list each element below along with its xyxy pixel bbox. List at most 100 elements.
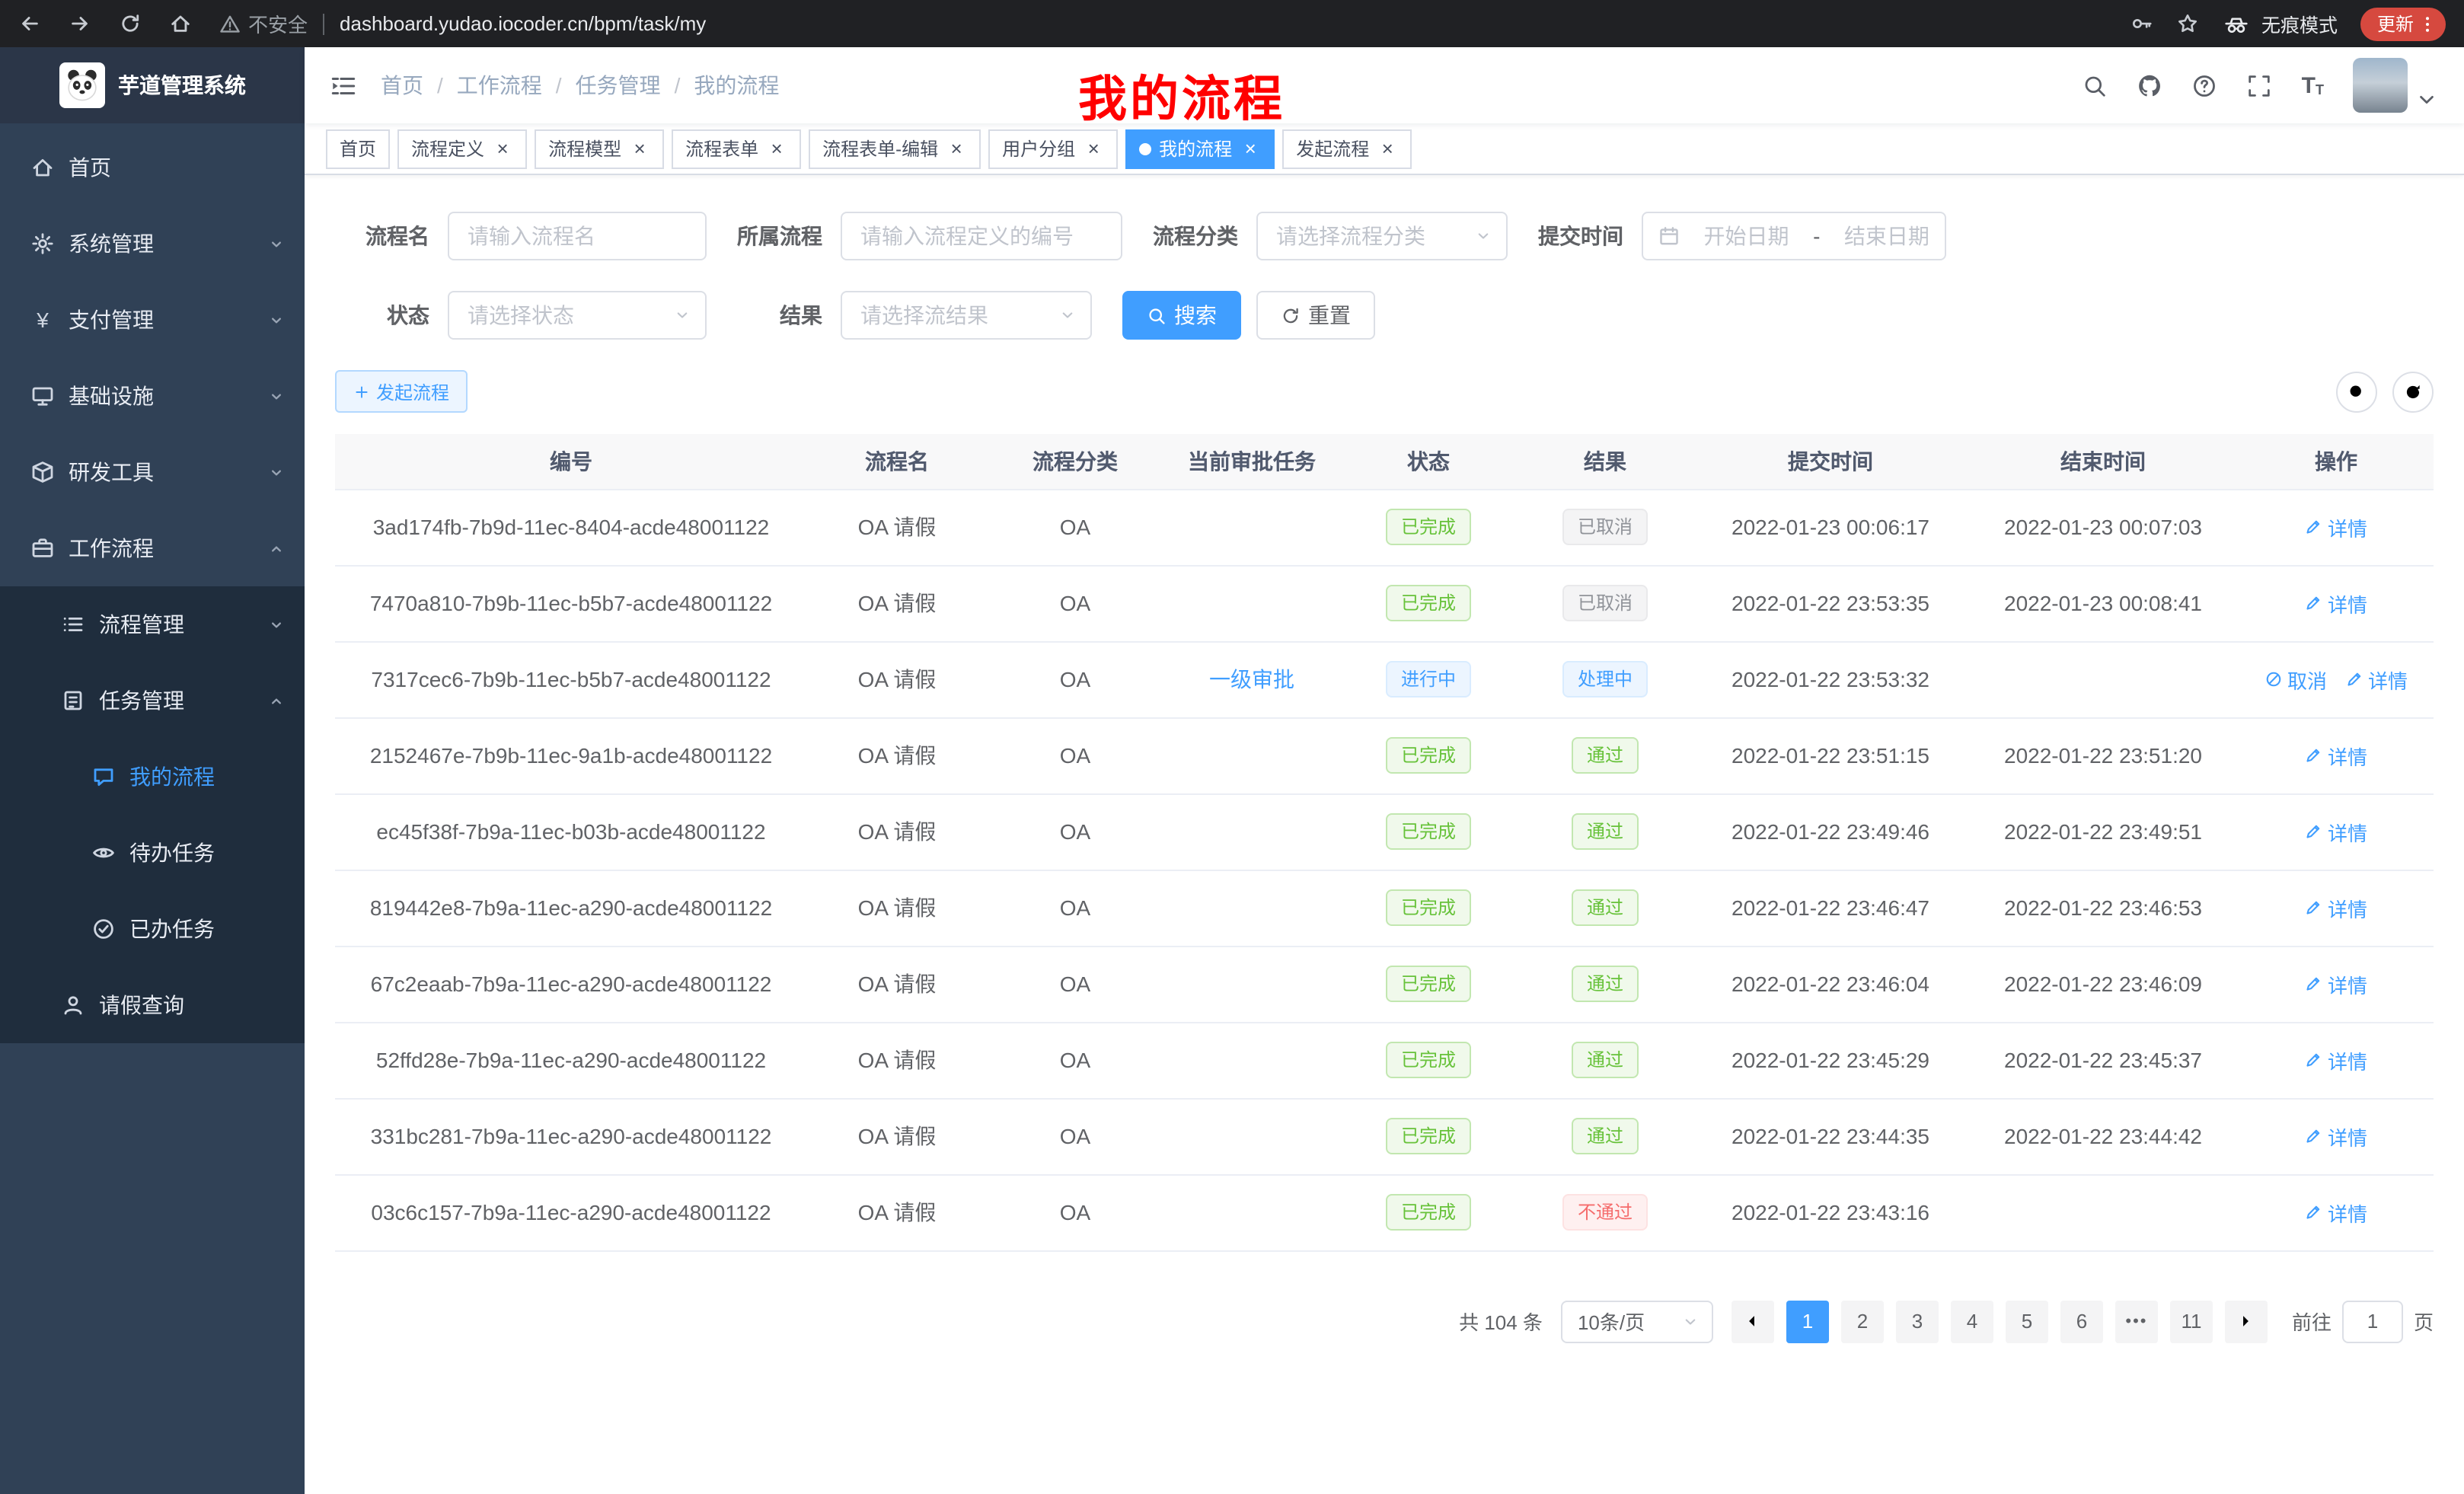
breadcrumb-separator: / (675, 73, 681, 97)
result-select[interactable]: 请选择流结果 (841, 291, 1092, 340)
tab-close-icon[interactable]: × (1377, 138, 1398, 159)
sidebar-item-workflow[interactable]: 工作流程 (0, 510, 305, 586)
tab-process-definition[interactable]: 流程定义× (397, 129, 527, 168)
page-button-11[interactable]: 11 (2170, 1300, 2213, 1342)
sidebar-item-todo-tasks[interactable]: 待办任务 (0, 815, 305, 891)
jump-page-input[interactable] (2342, 1300, 2403, 1342)
detail-button[interactable]: 详情 (2305, 1198, 2367, 1227)
page-size-select[interactable]: 10条/页 (1561, 1300, 1713, 1342)
font-size-icon[interactable]: TT (2302, 74, 2324, 97)
tab-home[interactable]: 首页 (326, 129, 390, 168)
sidebar-item-process-management[interactable]: 流程管理 (0, 586, 305, 662)
detail-button[interactable]: 详情 (2305, 1122, 2367, 1151)
status-cell: 进行中 (1340, 641, 1517, 717)
tab-start-process[interactable]: 发起流程× (1282, 129, 1412, 168)
tab-process-model[interactable]: 流程模型× (535, 129, 664, 168)
toggle-search-button[interactable] (2336, 371, 2377, 412)
cancel-button[interactable]: 取消 (2265, 665, 2327, 694)
page-button-1[interactable]: 1 (1786, 1300, 1829, 1342)
user-menu[interactable] (2353, 58, 2440, 113)
browser-home-icon[interactable] (169, 12, 192, 35)
column-header: 结果 (1517, 434, 1693, 489)
tab-label: 流程表单 (685, 136, 758, 161)
sidebar-item-done-tasks[interactable]: 已办任务 (0, 891, 305, 967)
status-select[interactable]: 请选择状态 (448, 291, 707, 340)
tab-close-icon[interactable]: × (1083, 138, 1104, 159)
sidebar-item-payment-management[interactable]: ¥支付管理 (0, 282, 305, 358)
action-label: 详情 (2328, 1122, 2367, 1151)
address-bar[interactable]: 不安全 dashboard.yudao.iocoder.cn/bpm/task/… (219, 9, 706, 38)
result-badge: 通过 (1572, 1042, 1639, 1078)
breadcrumb-item[interactable]: 任务管理 (576, 70, 661, 101)
sidebar-toggle-icon[interactable] (329, 71, 358, 100)
detail-button[interactable]: 详情 (2305, 969, 2367, 998)
detail-button[interactable]: 详情 (2305, 817, 2367, 846)
url-text[interactable]: dashboard.yudao.iocoder.cn/bpm/task/my (340, 12, 706, 35)
more-pages-button[interactable]: ••• (2115, 1300, 2158, 1342)
sidebar-item-task-management[interactable]: 任务管理 (0, 662, 305, 739)
detail-button[interactable]: 详情 (2305, 741, 2367, 770)
process-definition-input[interactable] (841, 212, 1122, 260)
start-process-button[interactable]: 发起流程 (335, 370, 468, 413)
warning-icon[interactable] (219, 13, 241, 34)
sidebar-item-home[interactable]: 首页 (0, 129, 305, 206)
reload-icon[interactable] (119, 12, 142, 35)
tab-close-icon[interactable]: × (766, 138, 787, 159)
tab-process-form[interactable]: 流程表单 × (672, 129, 801, 168)
search-icon[interactable] (2083, 72, 2108, 98)
sidebar-item-my-process[interactable]: 我的流程 (0, 739, 305, 815)
page-button-5[interactable]: 5 (2006, 1300, 2048, 1342)
detail-button[interactable]: 详情 (2305, 1045, 2367, 1074)
browser-nav-buttons (18, 12, 192, 35)
sidebar-item-infrastructure[interactable]: 基础设施 (0, 358, 305, 434)
page-button-6[interactable]: 6 (2060, 1300, 2103, 1342)
github-icon[interactable] (2137, 72, 2163, 98)
forward-icon[interactable] (69, 12, 91, 35)
tab-user-group[interactable]: 用户分组× (988, 129, 1118, 168)
detail-button[interactable]: 详情 (2305, 893, 2367, 922)
sidebar-item-system-management[interactable]: 系统管理 (0, 206, 305, 282)
process-name-input[interactable] (448, 212, 707, 260)
detail-button[interactable]: 详情 (2305, 589, 2367, 618)
tab-close-icon[interactable]: × (946, 138, 967, 159)
avatar[interactable] (2353, 58, 2408, 113)
browser-menu-icon[interactable] (2417, 13, 2438, 34)
detail-button[interactable]: 详情 (2305, 512, 2367, 541)
sidebar-item-dev-tools[interactable]: 研发工具 (0, 434, 305, 510)
next-page-button[interactable] (2225, 1300, 2268, 1342)
table-toolbar: 发起流程 (335, 370, 2434, 413)
category-select[interactable]: 请选择流程分类 (1256, 212, 1508, 260)
tab-label: 首页 (340, 136, 376, 161)
update-button[interactable]: 更新 (2360, 7, 2446, 40)
current-task-link[interactable]: 一级审批 (1209, 667, 1294, 691)
reset-button[interactable]: 重置 (1256, 291, 1375, 340)
app-logo[interactable]: 芋道管理系统 (0, 47, 305, 123)
security-label[interactable]: 不安全 (248, 9, 308, 38)
process-category: OA (987, 1174, 1163, 1250)
prev-page-button[interactable] (1732, 1300, 1774, 1342)
search-button[interactable]: 搜索 (1122, 291, 1241, 340)
help-icon[interactable] (2192, 72, 2218, 98)
breadcrumb-item[interactable]: 工作流程 (457, 70, 542, 101)
page-buttons: 123456 ••• 11 (1780, 1300, 2219, 1342)
detail-button[interactable]: 详情 (2345, 665, 2408, 694)
tab-process-form-edit[interactable]: 流程表单-编辑× (809, 129, 981, 168)
sidebar-item-label: 任务管理 (99, 685, 184, 716)
current-task-cell (1163, 717, 1340, 793)
tab-close-icon[interactable]: × (492, 138, 513, 159)
process-table: 编号流程名流程分类当前审批任务状态结果提交时间结束时间操作 3ad174fb-7… (335, 434, 2434, 1251)
page-button-2[interactable]: 2 (1841, 1300, 1884, 1342)
back-icon[interactable] (18, 12, 41, 35)
page-button-3[interactable]: 3 (1896, 1300, 1939, 1342)
sidebar-item-leave-query[interactable]: 请假查询 (0, 967, 305, 1043)
password-key-icon[interactable] (2130, 12, 2153, 35)
refresh-table-button[interactable] (2392, 371, 2434, 412)
breadcrumb-item[interactable]: 首页 (381, 70, 423, 101)
bookmark-star-icon[interactable] (2176, 12, 2199, 35)
tab-close-icon[interactable]: × (1240, 138, 1261, 159)
tab-close-icon[interactable]: × (629, 138, 650, 159)
page-button-4[interactable]: 4 (1951, 1300, 1993, 1342)
tab-my-process[interactable]: 我的流程× (1125, 129, 1275, 168)
fullscreen-icon[interactable] (2247, 72, 2273, 98)
submit-time-range-picker[interactable]: 开始日期 - 结束日期 (1642, 212, 1946, 260)
